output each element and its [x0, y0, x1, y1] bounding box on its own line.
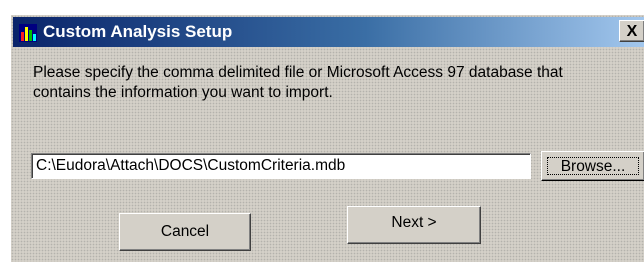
- custom-analysis-setup-dialog: Custom Analysis Setup X Please specify t…: [10, 14, 644, 262]
- browse-button-label: Browse...: [547, 157, 639, 175]
- file-path-input[interactable]: C:\Eudora\Attach\DOCS\CustomCriteria.mdb: [31, 153, 531, 179]
- cancel-button[interactable]: Cancel: [119, 213, 251, 251]
- close-button[interactable]: X: [619, 20, 644, 42]
- window-title: Custom Analysis Setup: [43, 22, 233, 41]
- bar-chart-icon: [19, 24, 37, 42]
- browse-button[interactable]: Browse...: [541, 151, 644, 181]
- next-button[interactable]: Next >: [347, 206, 481, 244]
- close-icon: X: [626, 23, 638, 40]
- instruction-line-2: contains the information you want to imp…: [33, 84, 333, 101]
- instruction-text: Please specify the comma delimited file …: [33, 63, 644, 103]
- instruction-line-1: Please specify the comma delimited file …: [33, 64, 563, 81]
- title-bar[interactable]: Custom Analysis Setup: [13, 17, 644, 47]
